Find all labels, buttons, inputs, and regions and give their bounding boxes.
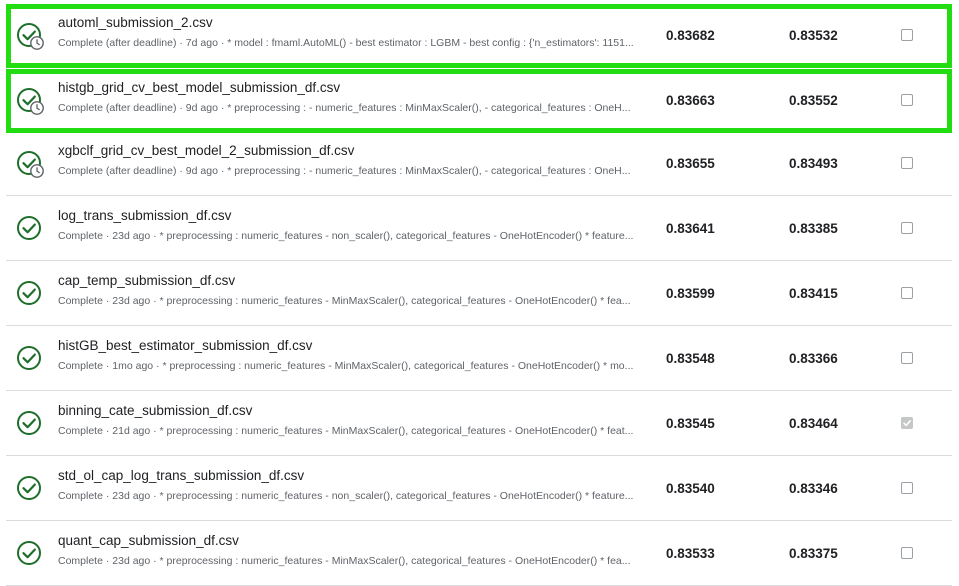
submission-description: Complete · 23d ago · * preprocessing : n… [58,295,631,307]
submission-name[interactable]: std_ol_cap_log_trans_submission_df.csv [58,468,304,483]
public-score: 0.83366 [789,351,838,366]
submission-name[interactable]: log_trans_submission_df.csv [58,208,231,223]
submission-name[interactable]: xgbclf_grid_cv_best_model_2_submission_d… [58,143,354,158]
submission-row[interactable]: automl_submission_2.csv Complete (after … [6,4,952,68]
submission-row[interactable]: histGB_best_estimator_submission_df.csv … [6,327,952,391]
select-checkbox[interactable] [901,29,913,41]
submission-name[interactable]: histGB_best_estimator_submission_df.csv [58,338,312,353]
select-checkbox[interactable] [901,417,913,429]
submission-description: Complete · 23d ago · * preprocessing : n… [58,230,634,242]
submission-name[interactable]: histgb_grid_cv_best_model_submission_df.… [58,80,340,95]
check-circle-clock-icon [15,86,45,116]
public-score: 0.83552 [789,93,838,108]
submission-row[interactable]: cap_temp_submission_df.csv Complete · 23… [6,262,952,326]
check-circle-icon [15,279,45,309]
submission-name[interactable]: quant_cap_submission_df.csv [58,533,239,548]
check-circle-icon [15,539,45,569]
submission-description: Complete · 23d ago · * preprocessing : n… [58,555,631,567]
public-score: 0.83385 [789,221,838,236]
public-score: 0.83532 [789,28,838,43]
submission-description: Complete (after deadline) · 9d ago · * p… [58,165,631,177]
check-circle-clock-icon [15,149,45,179]
check-circle-icon [15,474,45,504]
submission-description: Complete (after deadline) · 7d ago · * m… [58,37,634,49]
select-checkbox[interactable] [901,94,913,106]
public-score: 0.83346 [789,481,838,496]
submission-row[interactable]: xgbclf_grid_cv_best_model_2_submission_d… [6,132,952,196]
submission-name[interactable]: binning_cate_submission_df.csv [58,403,252,418]
public-score: 0.83464 [789,416,838,431]
submission-row[interactable]: log_trans_submission_df.csv Complete · 2… [6,197,952,261]
public-score: 0.83493 [789,156,838,171]
private-score: 0.83655 [666,156,715,171]
submission-description: Complete (after deadline) · 9d ago · * p… [58,102,631,114]
private-score: 0.83540 [666,481,715,496]
submission-row[interactable]: std_ol_cap_log_trans_submission_df.csv C… [6,457,952,521]
submission-description: Complete · 23d ago · * preprocessing : n… [58,490,634,502]
private-score: 0.83641 [666,221,715,236]
private-score: 0.83533 [666,546,715,561]
private-score: 0.83663 [666,93,715,108]
submission-name[interactable]: cap_temp_submission_df.csv [58,273,235,288]
private-score: 0.83599 [666,286,715,301]
private-score: 0.83545 [666,416,715,431]
submission-description: Complete · 1mo ago · * preprocessing : n… [58,360,634,372]
submission-description: Complete · 21d ago · * preprocessing : n… [58,425,634,437]
select-checkbox[interactable] [901,287,913,299]
select-checkbox[interactable] [901,547,913,559]
submission-row[interactable]: binning_cate_submission_df.csv Complete … [6,392,952,456]
check-circle-clock-icon [15,21,45,51]
submission-row[interactable]: histgb_grid_cv_best_model_submission_df.… [6,69,952,133]
select-checkbox[interactable] [901,222,913,234]
check-circle-icon [15,344,45,374]
check-circle-icon [15,409,45,439]
select-checkbox[interactable] [901,482,913,494]
select-checkbox[interactable] [901,352,913,364]
select-checkbox[interactable] [901,157,913,169]
private-score: 0.83548 [666,351,715,366]
checkmark-icon [903,420,911,427]
submission-name[interactable]: automl_submission_2.csv [58,15,213,30]
public-score: 0.83375 [789,546,838,561]
private-score: 0.83682 [666,28,715,43]
submission-row[interactable]: quant_cap_submission_df.csv Complete · 2… [6,522,952,586]
public-score: 0.83415 [789,286,838,301]
check-circle-icon [15,214,45,244]
